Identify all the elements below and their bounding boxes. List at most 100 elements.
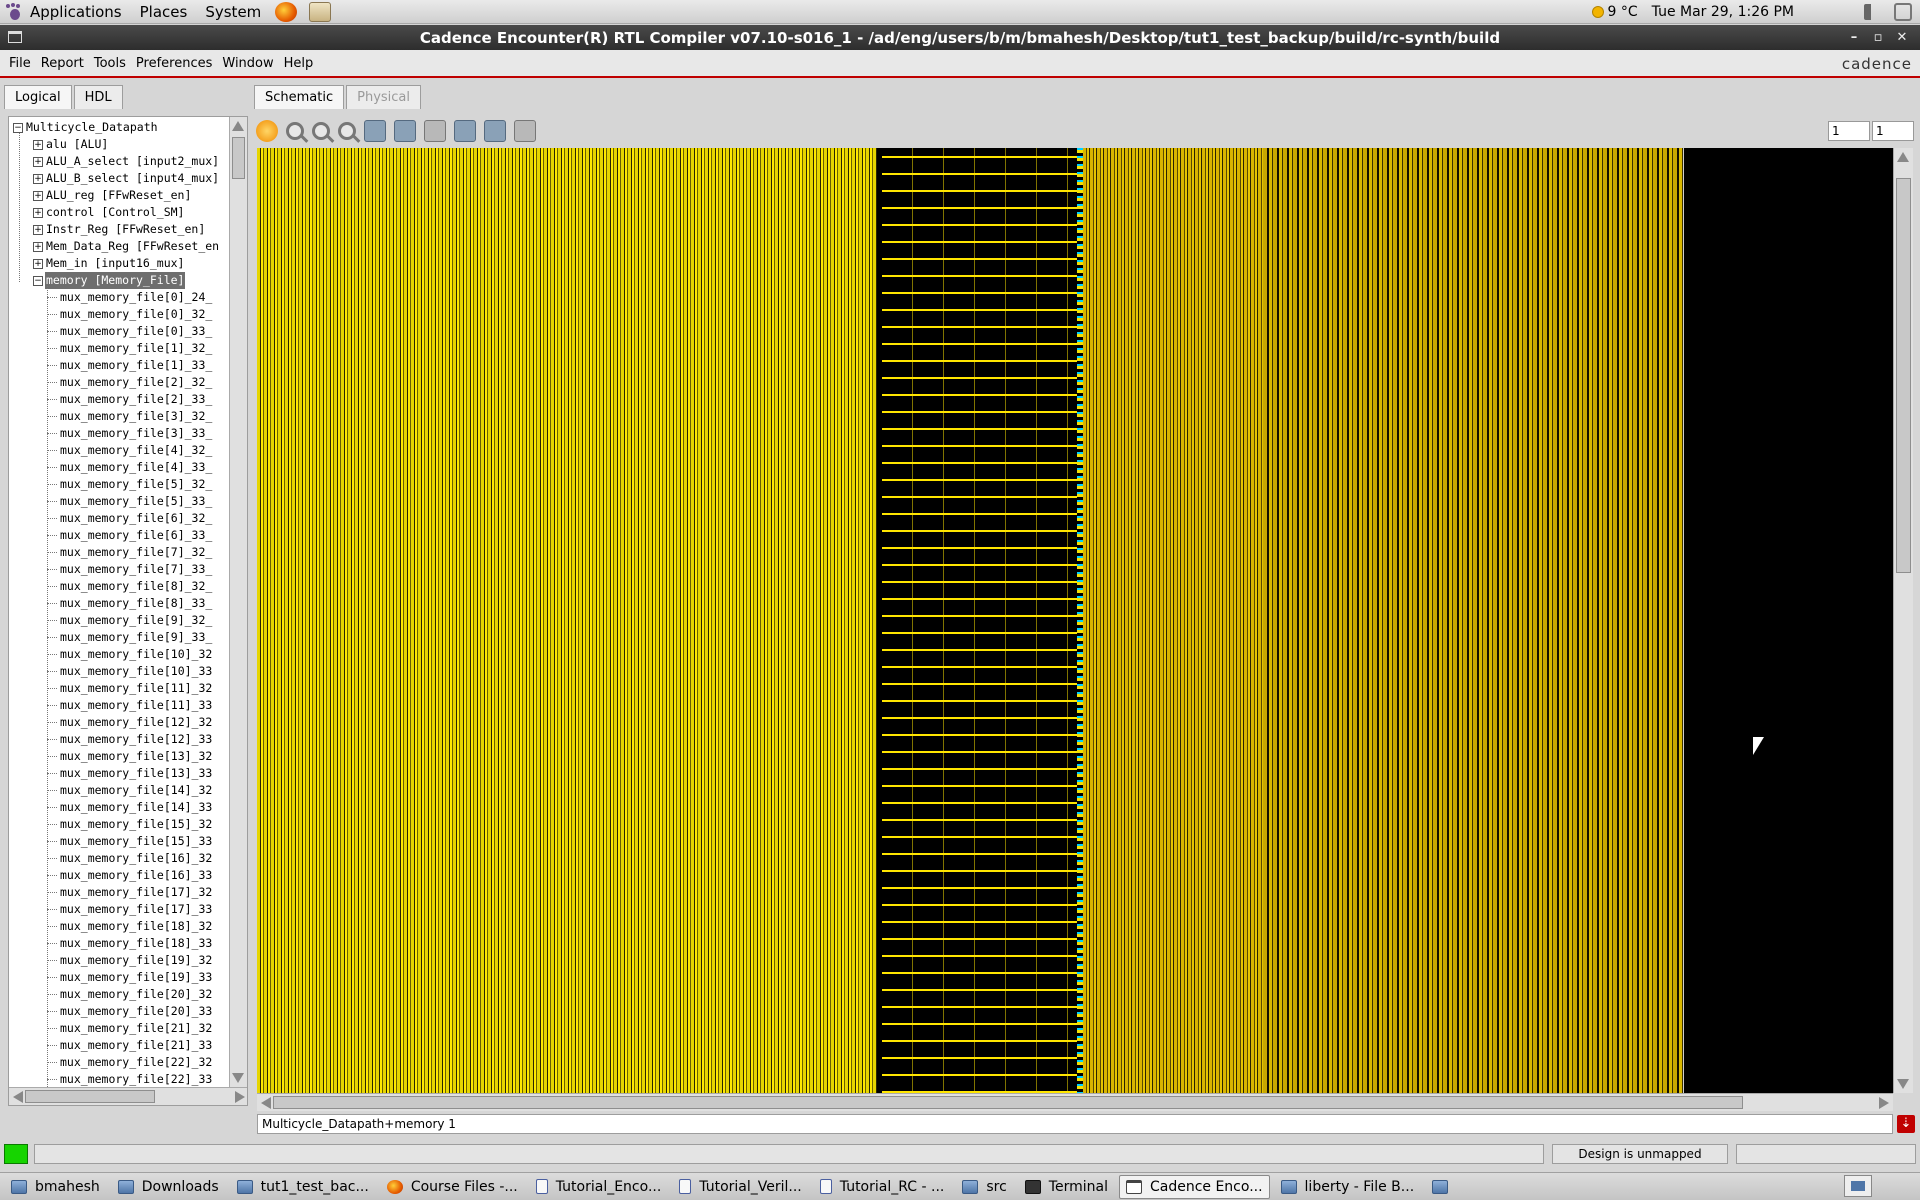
maximize-button[interactable]: ▫ — [1866, 30, 1890, 45]
tree-item[interactable]: + Mem_in [input16_mux] — [33, 255, 185, 272]
tree-leaf[interactable]: mux_memory_file[21]_32 — [59, 1020, 213, 1037]
taskbar-item[interactable]: src — [955, 1175, 1013, 1199]
tree-leaf[interactable]: mux_memory_file[17]_32 — [59, 884, 213, 901]
tree-leaf[interactable]: mux_memory_file[3]_33_ — [59, 425, 213, 442]
tree-leaf[interactable]: mux_memory_file[21]_33 — [59, 1037, 213, 1054]
system-menu[interactable]: System — [195, 0, 269, 24]
taskbar-item[interactable]: Terminal — [1018, 1175, 1115, 1199]
zoom-in-icon[interactable] — [286, 122, 304, 140]
tree-leaf[interactable]: mux_memory_file[17]_33 — [59, 901, 213, 918]
scroll-up-arrow-icon[interactable] — [232, 121, 244, 131]
hierarchy-tree[interactable]: − Multicycle_Datapath + alu [ALU] + ALU_A_sel… — [9, 117, 229, 1087]
download-icon[interactable]: ⇣ — [1897, 1115, 1915, 1133]
tree-leaf[interactable]: mux_memory_file[4]_33_ — [59, 459, 213, 476]
tree-leaf[interactable]: mux_memory_file[9]_32_ — [59, 612, 213, 629]
collapse-icon[interactable]: − — [33, 275, 43, 286]
network-icon[interactable] — [1894, 3, 1912, 21]
tree-leaf[interactable]: mux_memory_file[8]_32_ — [59, 578, 213, 595]
tree-leaf[interactable]: mux_memory_file[15]_33 — [59, 833, 213, 850]
volume-icon[interactable] — [1864, 4, 1882, 20]
tree-item[interactable]: + Mem_Data_Reg [FFwReset_en — [33, 238, 220, 255]
save-icon[interactable] — [484, 120, 506, 142]
tree-item[interactable]: + ALU_A_select [input2_mux] — [33, 153, 220, 170]
taskbar-item[interactable]: bmahesh — [4, 1175, 107, 1199]
tree-leaf[interactable]: mux_memory_file[8]_33_ — [59, 595, 213, 612]
zoom-icon[interactable] — [312, 122, 330, 140]
scroll-thumb[interactable] — [1896, 178, 1911, 573]
scroll-thumb[interactable] — [273, 1096, 1743, 1109]
tree-item[interactable]: + Instr_Reg [FFwReset_en] — [33, 221, 206, 238]
tree-item[interactable]: + alu [ALU] — [33, 136, 109, 153]
menu-file[interactable]: File — [4, 56, 36, 71]
tree-horizontal-scrollbar[interactable] — [9, 1087, 247, 1105]
tree-leaf[interactable]: mux_memory_file[7]_32_ — [59, 544, 213, 561]
tree-leaf[interactable]: mux_memory_file[11]_33 — [59, 697, 213, 714]
tree-leaf[interactable]: mux_memory_file[2]_32_ — [59, 374, 213, 391]
menu-tools[interactable]: Tools — [89, 56, 131, 71]
tree-leaf[interactable]: mux_memory_file[0]_24_ — [59, 289, 213, 306]
tree-vertical-scrollbar[interactable] — [229, 117, 247, 1087]
tree-leaf[interactable]: mux_memory_file[20]_32 — [59, 986, 213, 1003]
tree-leaf[interactable]: mux_memory_file[0]_32_ — [59, 306, 213, 323]
menu-preferences[interactable]: Preferences — [131, 56, 217, 71]
expand-icon[interactable]: + — [33, 173, 43, 184]
tree-leaf[interactable]: mux_memory_file[10]_33 — [59, 663, 213, 680]
tree-leaf[interactable]: mux_memory_file[0]_33_ — [59, 323, 213, 340]
taskbar-item[interactable] — [1425, 1175, 1463, 1199]
back-icon[interactable] — [256, 120, 278, 142]
tree-leaf[interactable]: mux_memory_file[3]_32_ — [59, 408, 213, 425]
tree-leaf[interactable]: mux_memory_file[1]_33_ — [59, 357, 213, 374]
clock[interactable]: Tue Mar 29, 1:26 PM — [1652, 4, 1794, 20]
tree-leaf[interactable]: mux_memory_file[11]_32 — [59, 680, 213, 697]
expand-icon[interactable]: + — [33, 139, 43, 150]
tree-leaf[interactable]: mux_memory_file[13]_33 — [59, 765, 213, 782]
taskbar-item[interactable]: Tutorial_Enco... — [529, 1175, 669, 1199]
tree-leaf[interactable]: mux_memory_file[14]_33 — [59, 799, 213, 816]
tab-physical[interactable]: Physical — [346, 85, 422, 109]
zoom-fit-icon[interactable] — [364, 120, 386, 142]
tree-leaf[interactable]: mux_memory_file[22]_32 — [59, 1054, 213, 1071]
print-icon[interactable] — [514, 120, 536, 142]
tree-leaf[interactable]: mux_memory_file[19]_33 — [59, 969, 213, 986]
menu-help[interactable]: Help — [279, 56, 319, 71]
tree-item[interactable]: + ALU_B_select [input4_mux] — [33, 170, 220, 187]
tree-leaf[interactable]: mux_memory_file[5]_32_ — [59, 476, 213, 493]
tree-leaf[interactable]: mux_memory_file[10]_32 — [59, 646, 213, 663]
firefox-launcher-icon[interactable] — [275, 1, 298, 22]
taskbar-item[interactable]: Course Files -... — [380, 1175, 525, 1199]
scroll-down-arrow-icon[interactable] — [232, 1073, 244, 1083]
tab-logical[interactable]: Logical — [4, 85, 72, 109]
tree-leaf[interactable]: mux_memory_file[19]_32 — [59, 952, 213, 969]
tree-leaf[interactable]: mux_memory_file[18]_33 — [59, 935, 213, 952]
select-icon[interactable] — [424, 120, 446, 142]
tab-hdl[interactable]: HDL — [73, 85, 123, 109]
tree-leaf[interactable]: mux_memory_file[9]_33_ — [59, 629, 213, 646]
mail-launcher-icon[interactable] — [309, 1, 332, 22]
expand-icon[interactable]: + — [33, 207, 43, 218]
window-menu-icon[interactable] — [8, 31, 22, 43]
places-menu[interactable]: Places — [130, 0, 196, 24]
menu-window[interactable]: Window — [217, 56, 278, 71]
scroll-left-arrow-icon[interactable] — [261, 1097, 271, 1109]
scroll-right-arrow-icon[interactable] — [1879, 1097, 1889, 1109]
close-button[interactable]: ✕ — [1890, 30, 1914, 45]
expand-icon[interactable]: + — [33, 224, 43, 235]
taskbar-item[interactable]: Downloads — [111, 1175, 226, 1199]
tree-leaf[interactable]: mux_memory_file[14]_32 — [59, 782, 213, 799]
taskbar-item[interactable]: Tutorial_RC - ... — [813, 1175, 952, 1199]
expand-icon[interactable]: + — [33, 156, 43, 167]
canvas-vertical-scrollbar[interactable] — [1893, 148, 1913, 1093]
tree-leaf[interactable]: mux_memory_file[12]_32 — [59, 714, 213, 731]
scroll-left-arrow-icon[interactable] — [13, 1091, 23, 1103]
tree-leaf[interactable]: mux_memory_file[22]_33 — [59, 1071, 213, 1087]
expand-icon[interactable]: + — [33, 241, 43, 252]
window-titlebar[interactable]: Cadence Encounter(R) RTL Compiler v07.10… — [0, 25, 1920, 50]
minimize-button[interactable]: – — [1842, 30, 1866, 45]
expand-icon[interactable]: + — [33, 258, 43, 269]
tree-leaf[interactable]: mux_memory_file[18]_32 — [59, 918, 213, 935]
scroll-thumb[interactable] — [232, 137, 245, 179]
menu-report[interactable]: Report — [36, 56, 89, 71]
taskbar-item[interactable]: Tutorial_Veril... — [672, 1175, 808, 1199]
scroll-down-arrow-icon[interactable] — [1897, 1079, 1909, 1089]
page-count-field[interactable] — [1872, 121, 1914, 141]
